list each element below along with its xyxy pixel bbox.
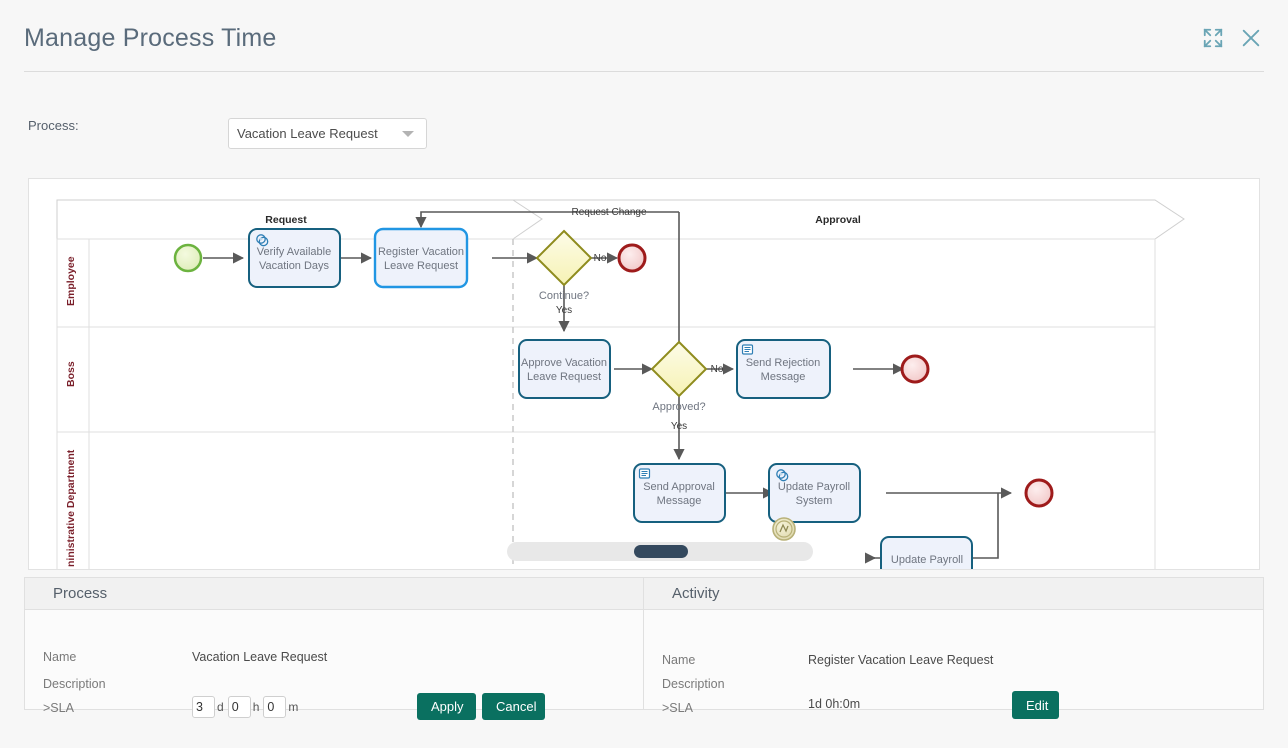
gateway-label: Approved? xyxy=(652,401,705,413)
flow-label-continue-yes: Yes xyxy=(556,305,572,316)
activity-panel: Activity Name Register Vacation Leave Re… xyxy=(644,577,1264,719)
header-actions xyxy=(1202,27,1262,49)
activity-panel-title: Activity xyxy=(672,585,720,602)
process-panel-title: Process xyxy=(53,585,108,602)
page-title: Manage Process Time xyxy=(24,24,277,52)
boundary-event-icon[interactable] xyxy=(772,517,796,541)
send-task-message-icon xyxy=(741,344,754,355)
sla-minutes-unit: m xyxy=(288,700,299,714)
process-name-label: Name xyxy=(43,650,77,664)
task-send-approval-message[interactable]: Send Approval Message xyxy=(633,463,726,523)
task-label-line2: System xyxy=(796,495,833,507)
phase-label-request: Request xyxy=(265,214,307,226)
close-icon[interactable] xyxy=(1240,27,1262,49)
activity-panel-body: Name Register Vacation Leave Request Des… xyxy=(644,610,1263,719)
flow-label-approved-yes: Yes xyxy=(671,421,687,432)
task-label-line1: Update Payroll xyxy=(891,554,963,566)
gateway-label: Continue? xyxy=(539,290,589,302)
task-label-line1: Send Rejection xyxy=(746,357,821,369)
task-label-line2: Message xyxy=(657,495,702,507)
scrollbar-thumb[interactable] xyxy=(634,545,688,558)
process-name-value: Vacation Leave Request xyxy=(192,650,328,664)
activity-panel-header: Activity xyxy=(644,578,1263,610)
cancel-button[interactable]: Cancel xyxy=(482,693,545,720)
dialog-header: Manage Process Time xyxy=(0,0,1288,72)
flow-label-approved-no: No xyxy=(711,364,724,375)
activity-name-value: Register Vacation Leave Request xyxy=(808,653,994,667)
detail-panels: Process Name Vacation Leave Request Desc… xyxy=(24,577,1264,720)
bpmn-diagram-svg: Request Approval Employee Boss ninistrat… xyxy=(56,199,1185,570)
task-label-line2: Leave Request xyxy=(384,260,458,272)
sla-hours-unit: h xyxy=(252,700,260,714)
activity-description-label: Description xyxy=(662,677,725,691)
start-event[interactable] xyxy=(173,243,203,273)
sla-hours-input[interactable] xyxy=(227,696,251,718)
task-update-payroll[interactable]: Update Payroll xyxy=(880,536,973,570)
activity-name-label: Name xyxy=(662,653,696,667)
end-event-3[interactable] xyxy=(1024,478,1054,508)
task-label-line2: Message xyxy=(761,371,806,383)
process-selector-label: Process: xyxy=(28,118,79,133)
manage-process-time-dialog: Manage Process Time Process: Vacation Le… xyxy=(0,0,1288,748)
process-sla-row: d h m xyxy=(192,696,302,718)
process-panel: Process Name Vacation Leave Request Desc… xyxy=(24,577,644,720)
bpmn-diagram-canvas[interactable]: Request Approval Employee Boss ninistrat… xyxy=(28,178,1260,570)
edit-button[interactable]: Edit xyxy=(1012,691,1059,719)
sla-minutes-input[interactable] xyxy=(263,696,287,718)
process-select[interactable]: Vacation Leave Request xyxy=(228,118,427,149)
pool-phase-band: Request Approval xyxy=(56,199,1185,240)
flow-label-continue-no: No xyxy=(594,253,607,264)
expand-icon[interactable] xyxy=(1202,27,1224,49)
task-label-line1: Register Vacation xyxy=(378,246,464,258)
sla-days-input[interactable] xyxy=(192,696,215,718)
horizontal-scrollbar[interactable] xyxy=(507,542,813,561)
sla-days-unit: d xyxy=(217,700,224,714)
lane-label-administrative-department: ninistrative Department xyxy=(65,449,77,567)
task-label-line1: Update Payroll xyxy=(778,481,850,493)
task-verify-available-vacation-days[interactable]: Verify Available Vacation Days xyxy=(248,228,341,288)
task-label-line1: Approve Vacation xyxy=(521,357,607,369)
task-label-line2: Leave Request xyxy=(527,371,601,383)
flow-label-request-change: Request Change xyxy=(571,207,646,218)
end-event-2[interactable] xyxy=(900,354,930,384)
task-label-line2: Vacation Days xyxy=(259,260,330,272)
send-task-message-icon xyxy=(638,468,651,479)
apply-button[interactable]: Apply xyxy=(417,693,476,720)
chevron-down-icon xyxy=(402,130,414,137)
process-panel-header: Process xyxy=(25,578,643,610)
end-event-1[interactable] xyxy=(617,243,647,273)
header-divider xyxy=(24,71,1264,72)
process-select-value: Vacation Leave Request xyxy=(237,126,378,141)
activity-sla-label: >SLA xyxy=(662,701,693,715)
task-register-vacation-leave-request[interactable]: Register Vacation Leave Request xyxy=(373,227,469,289)
process-description-label: Description xyxy=(43,677,106,691)
process-panel-body: Name Vacation Leave Request Description … xyxy=(25,610,643,720)
phase-label-approval: Approval xyxy=(815,214,861,226)
lane-label-employee: Employee xyxy=(65,256,77,306)
task-label-line1: Send Approval xyxy=(643,481,715,493)
task-approve-vacation-leave-request[interactable]: Approve Vacation Leave Request xyxy=(518,339,611,399)
activity-sla-value: 1d 0h:0m xyxy=(808,697,861,711)
task-send-rejection-message[interactable]: Send Rejection Message xyxy=(736,339,831,399)
process-sla-label: >SLA xyxy=(43,701,74,715)
task-label-line1: Verify Available xyxy=(257,246,331,258)
lane-label-boss: Boss xyxy=(65,361,77,387)
task-update-payroll-system[interactable]: Update Payroll System xyxy=(768,463,861,523)
